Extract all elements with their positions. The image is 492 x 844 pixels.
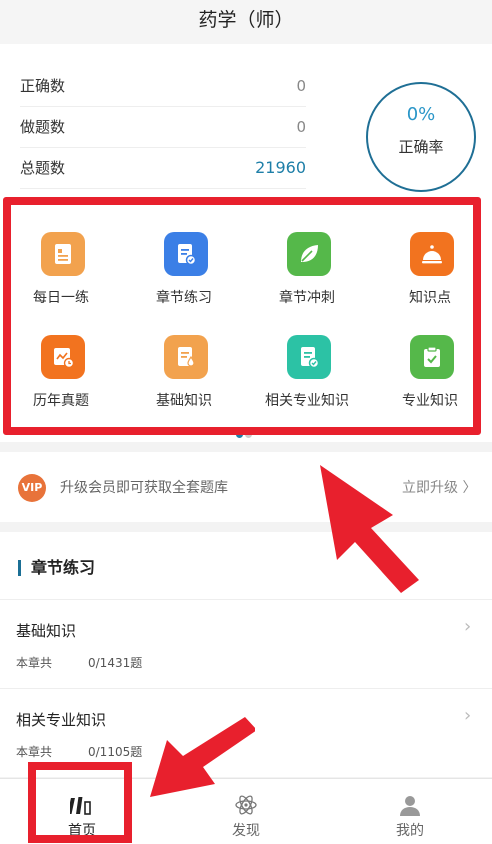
stat-row-correct: 正确数 0 bbox=[20, 66, 306, 107]
chapter-sub-label: 本章共 bbox=[16, 745, 53, 759]
basic-knowledge-icon bbox=[164, 335, 208, 379]
grid-item-label: 历年真题 bbox=[33, 393, 89, 409]
chapter-sub-label: 本章共 bbox=[16, 656, 53, 670]
grid-item-knowledge-points[interactable]: 知识点 bbox=[371, 232, 489, 322]
page-dot-active bbox=[236, 431, 243, 438]
stat-label: 总题数 bbox=[20, 159, 66, 177]
section-title: 章节练习 bbox=[18, 560, 95, 576]
app-header: 药学（师） bbox=[0, 0, 492, 44]
tab-label: 首页 bbox=[68, 823, 96, 839]
accuracy-percent: 0% bbox=[406, 104, 436, 125]
stat-value: 0 bbox=[296, 77, 306, 95]
grid-item-label: 基础知识 bbox=[156, 393, 212, 409]
stat-label: 正确数 bbox=[20, 77, 66, 95]
tab-label: 发现 bbox=[232, 823, 260, 839]
books-icon bbox=[70, 797, 91, 815]
page-dot bbox=[245, 431, 252, 438]
accuracy-label: 正确率 bbox=[398, 138, 444, 156]
grid-item-label: 章节练习 bbox=[156, 290, 212, 306]
tab-profile[interactable]: 我的 bbox=[328, 779, 492, 844]
chapter-practice-icon bbox=[164, 232, 208, 276]
stats-card: 正确数 0 做题数 0 总题数 21960 0% 正确率 bbox=[0, 44, 492, 192]
chapter-progress: 0/1431题 bbox=[88, 656, 143, 670]
page-indicator bbox=[236, 423, 254, 442]
grid-item-label: 章节冲刺 bbox=[279, 290, 335, 306]
stat-value: 0 bbox=[296, 118, 306, 136]
stat-row-done: 做题数 0 bbox=[20, 107, 306, 148]
chapter-name: 基础知识 bbox=[16, 622, 77, 640]
daily-practice-icon bbox=[41, 232, 85, 276]
page-title: 药学（师） bbox=[198, 9, 294, 31]
clipboard-check-icon bbox=[410, 335, 454, 379]
tab-label: 我的 bbox=[396, 823, 424, 839]
chapter-item[interactable]: 基础知识 本章共 0/1431题 › bbox=[0, 599, 492, 688]
chapter-item[interactable]: 相关专业知识 本章共 0/1105题 › bbox=[0, 688, 492, 777]
bell-icon bbox=[410, 232, 454, 276]
chevron-right-icon: › bbox=[464, 616, 472, 637]
grid-item-professional-knowledge[interactable]: 专业知识 bbox=[371, 335, 489, 425]
grid-item-chapter-sprint[interactable]: 章节冲刺 bbox=[248, 232, 366, 322]
grid-item-label: 相关专业知识 bbox=[265, 393, 349, 409]
past-exam-icon bbox=[41, 335, 85, 379]
stat-value: 21960 bbox=[255, 158, 306, 177]
user-icon bbox=[400, 796, 420, 816]
bottom-tab-bar: 首页 发现 我的 bbox=[0, 778, 492, 844]
grid-item-daily-practice[interactable]: 每日一练 bbox=[2, 232, 120, 322]
grid-item-related-knowledge[interactable]: 相关专业知识 bbox=[248, 335, 366, 425]
accuracy-circle: 0% 正确率 bbox=[366, 82, 476, 192]
grid-item-label: 知识点 bbox=[409, 290, 451, 306]
atom-icon bbox=[235, 795, 257, 815]
stat-row-total: 总题数 21960 bbox=[20, 148, 306, 189]
chevron-right-icon: › bbox=[464, 705, 472, 726]
related-knowledge-icon bbox=[287, 335, 331, 379]
stat-label: 做题数 bbox=[20, 118, 66, 136]
upgrade-link[interactable]: 立即升级 〉 bbox=[402, 477, 476, 497]
tab-home[interactable]: 首页 bbox=[0, 779, 164, 844]
grid-item-label: 专业知识 bbox=[402, 393, 458, 409]
chapter-section: 章节练习 基础知识 本章共 0/1431题 › 相关专业知识 本章共 0/110… bbox=[0, 532, 492, 777]
grid-item-basic-knowledge[interactable]: 基础知识 bbox=[125, 335, 243, 425]
grid-item-past-exams[interactable]: 历年真题 bbox=[2, 335, 120, 425]
chapter-name: 相关专业知识 bbox=[16, 711, 107, 729]
chapter-progress: 0/1105题 bbox=[88, 745, 143, 759]
vip-promo-text: 升级会员即可获取全套题库 bbox=[60, 480, 228, 496]
tab-discover[interactable]: 发现 bbox=[164, 779, 328, 844]
leaf-icon bbox=[287, 232, 331, 276]
grid-item-label: 每日一练 bbox=[33, 290, 89, 306]
grid-item-chapter-practice[interactable]: 章节练习 bbox=[125, 232, 243, 322]
feature-grid: 每日一练 章节练习 章节冲刺 知识点 历年真题 基础知识 相关专业知识 专业知识 bbox=[0, 192, 492, 442]
vip-banner[interactable]: VIP 升级会员即可获取全套题库 立即升级 〉 bbox=[0, 452, 492, 522]
vip-icon: VIP bbox=[18, 474, 46, 502]
